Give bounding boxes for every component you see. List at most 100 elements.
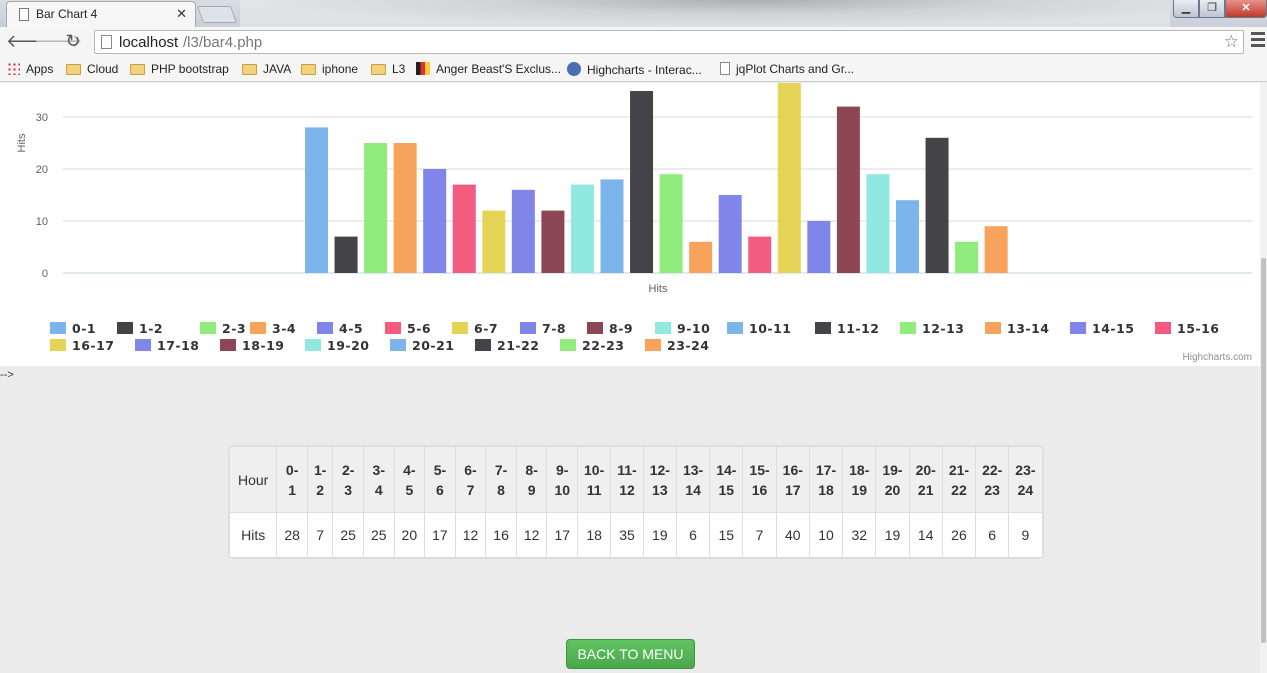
- browser-menu-icon[interactable]: [1251, 32, 1265, 50]
- legend-label: 8-9: [609, 321, 634, 336]
- legend-item[interactable]: 22-23: [560, 338, 624, 353]
- bookmark-item[interactable]: jqPlot Charts and Gr...: [720, 62, 854, 76]
- bar-16-17[interactable]: [777, 83, 801, 273]
- hour-header-cell: 0- 1: [276, 446, 308, 513]
- browser-tab[interactable]: Bar Chart 4 ✕: [6, 1, 196, 27]
- bar-3-4[interactable]: [393, 143, 417, 273]
- hour-header-cell: 11- 12: [610, 446, 644, 513]
- bar-23-24[interactable]: [984, 226, 1008, 273]
- hour-header-cell: 15- 16: [742, 446, 777, 513]
- bar-1-2[interactable]: [334, 236, 358, 273]
- forward-arrow-icon[interactable]: 🡒: [34, 31, 82, 52]
- hits-cell: 10: [808, 512, 844, 558]
- bookmark-item[interactable]: JAVA: [242, 62, 291, 76]
- legend-item[interactable]: 2-3: [200, 321, 246, 336]
- legend-item[interactable]: 1-2: [117, 321, 163, 336]
- bookmark-item[interactable]: Anger Beast'S Exclus...: [416, 62, 561, 76]
- bookmark-item[interactable]: L3: [371, 62, 405, 76]
- legend-item[interactable]: 9-10: [655, 321, 710, 336]
- maximize-button[interactable]: ❐: [1199, 0, 1225, 18]
- legend-item[interactable]: 19-20: [305, 338, 369, 353]
- bookmark-item[interactable]: PHP bootstrap: [130, 62, 229, 76]
- bar-12-13[interactable]: [659, 174, 683, 273]
- bar-4-5[interactable]: [423, 169, 447, 273]
- folder-icon: [66, 64, 81, 75]
- hour-header-cell: 23- 24: [1008, 446, 1043, 513]
- bar-20-21[interactable]: [896, 200, 919, 273]
- back-arrow-icon[interactable]: 🡐: [6, 31, 54, 52]
- bookmark-star-icon[interactable]: ☆: [1224, 32, 1239, 52]
- legend-item[interactable]: 21-22: [475, 338, 539, 353]
- close-window-button[interactable]: ✕: [1225, 0, 1267, 18]
- bar-7-8[interactable]: [511, 189, 535, 273]
- bar-0-1[interactable]: [305, 127, 328, 274]
- legend-item[interactable]: 13-14: [985, 321, 1049, 336]
- folder-icon: [130, 64, 145, 75]
- legend-item[interactable]: 4-5: [317, 321, 363, 336]
- legend-item[interactable]: 23-24: [645, 338, 709, 353]
- hits-table: Hour 0- 1 1- 2 2- 3 3- 4 4- 5 5- 6 6- 7 7- 8 8- 9 9- 10 10- 1…: [228, 446, 1043, 558]
- hour-header-cell: 7- 8: [485, 446, 517, 513]
- bar-13-14[interactable]: [689, 241, 713, 273]
- legend-item[interactable]: 0-1: [50, 321, 96, 336]
- hits-row: Hits 28 7 25 25 20 17 12 16 12 17 18 35 19 6 15 7 40 10 32…: [228, 512, 1043, 558]
- reload-icon[interactable]: ↻: [63, 31, 83, 52]
- close-tab-icon[interactable]: ✕: [176, 6, 187, 22]
- legend-swatch: [317, 322, 333, 334]
- legend-label: 20-21: [412, 338, 455, 353]
- tab-strip: Bar Chart 4 ✕ ▁ ❐ ✕: [0, 0, 1267, 27]
- bookmark-item[interactable]: Cloud: [66, 62, 118, 76]
- legend-item[interactable]: 12-13: [900, 321, 964, 336]
- bar-17-18[interactable]: [807, 221, 831, 273]
- bar-2-3[interactable]: [364, 143, 388, 273]
- legend-swatch: [50, 339, 66, 351]
- x-axis-label: Hits: [649, 283, 668, 295]
- bookmark-item[interactable]: iphone: [301, 62, 358, 76]
- bar-6-7[interactable]: [482, 210, 506, 273]
- legend-label: 17-18: [157, 338, 200, 353]
- bar-10-11[interactable]: [600, 179, 624, 273]
- folder-icon: [301, 64, 316, 75]
- hits-cell: 25: [362, 512, 395, 558]
- bar-14-15[interactable]: [718, 195, 742, 273]
- bar-18-19[interactable]: [836, 106, 860, 273]
- minimize-button[interactable]: ▁: [1173, 0, 1199, 18]
- legend-item[interactable]: 6-7: [452, 321, 498, 336]
- legend-swatch: [645, 339, 661, 351]
- back-to-menu-button[interactable]: BACK TO MENU: [566, 639, 695, 669]
- legend-item[interactable]: 11-12: [815, 321, 879, 336]
- scrollbar-thumb[interactable]: [1261, 258, 1266, 643]
- bar-9-10[interactable]: [570, 184, 594, 273]
- bookmark-label: Cloud: [87, 62, 119, 76]
- bar-19-20[interactable]: [866, 174, 890, 273]
- legend-label: 6-7: [474, 321, 499, 336]
- legend-item[interactable]: 3-4: [250, 321, 296, 336]
- bookmark-item[interactable]: Highcharts - Interac...: [567, 62, 702, 77]
- legend-item[interactable]: 5-6: [385, 321, 431, 336]
- hits-cell: 17: [546, 512, 579, 558]
- bar-8-9[interactable]: [541, 210, 565, 273]
- bookmark-item[interactable]: Apps: [7, 62, 53, 76]
- bar-15-16[interactable]: [748, 236, 772, 273]
- bar-22-23[interactable]: [955, 241, 979, 273]
- legend-item[interactable]: 10-11: [727, 321, 791, 336]
- bar-21-22[interactable]: [925, 137, 949, 273]
- legend-item[interactable]: 20-21: [390, 338, 454, 353]
- chart-credit[interactable]: Highcharts.com: [1183, 352, 1252, 363]
- legend-item[interactable]: 14-15: [1070, 321, 1134, 336]
- new-tab-button[interactable]: [196, 6, 238, 23]
- bar-5-6[interactable]: [452, 184, 476, 273]
- legend-item[interactable]: 16-17: [50, 338, 114, 353]
- legend-item[interactable]: 15-16: [1155, 321, 1219, 336]
- hits-cell: 35: [610, 512, 644, 558]
- hour-header-cell: 17- 18: [808, 446, 844, 513]
- hour-header-cell: 21- 22: [941, 446, 977, 513]
- legend-item[interactable]: 8-9: [587, 321, 633, 336]
- bookmark-label: Anger Beast'S Exclus...: [436, 62, 562, 76]
- bar-11-12[interactable]: [630, 91, 654, 273]
- legend-item[interactable]: 17-18: [135, 338, 199, 353]
- legend-item[interactable]: 7-8: [520, 321, 566, 336]
- address-bar[interactable]: localhost /l3/bar4.php ☆: [94, 30, 1244, 54]
- legend-label: 3-4: [272, 321, 297, 336]
- legend-item[interactable]: 18-19: [220, 338, 284, 353]
